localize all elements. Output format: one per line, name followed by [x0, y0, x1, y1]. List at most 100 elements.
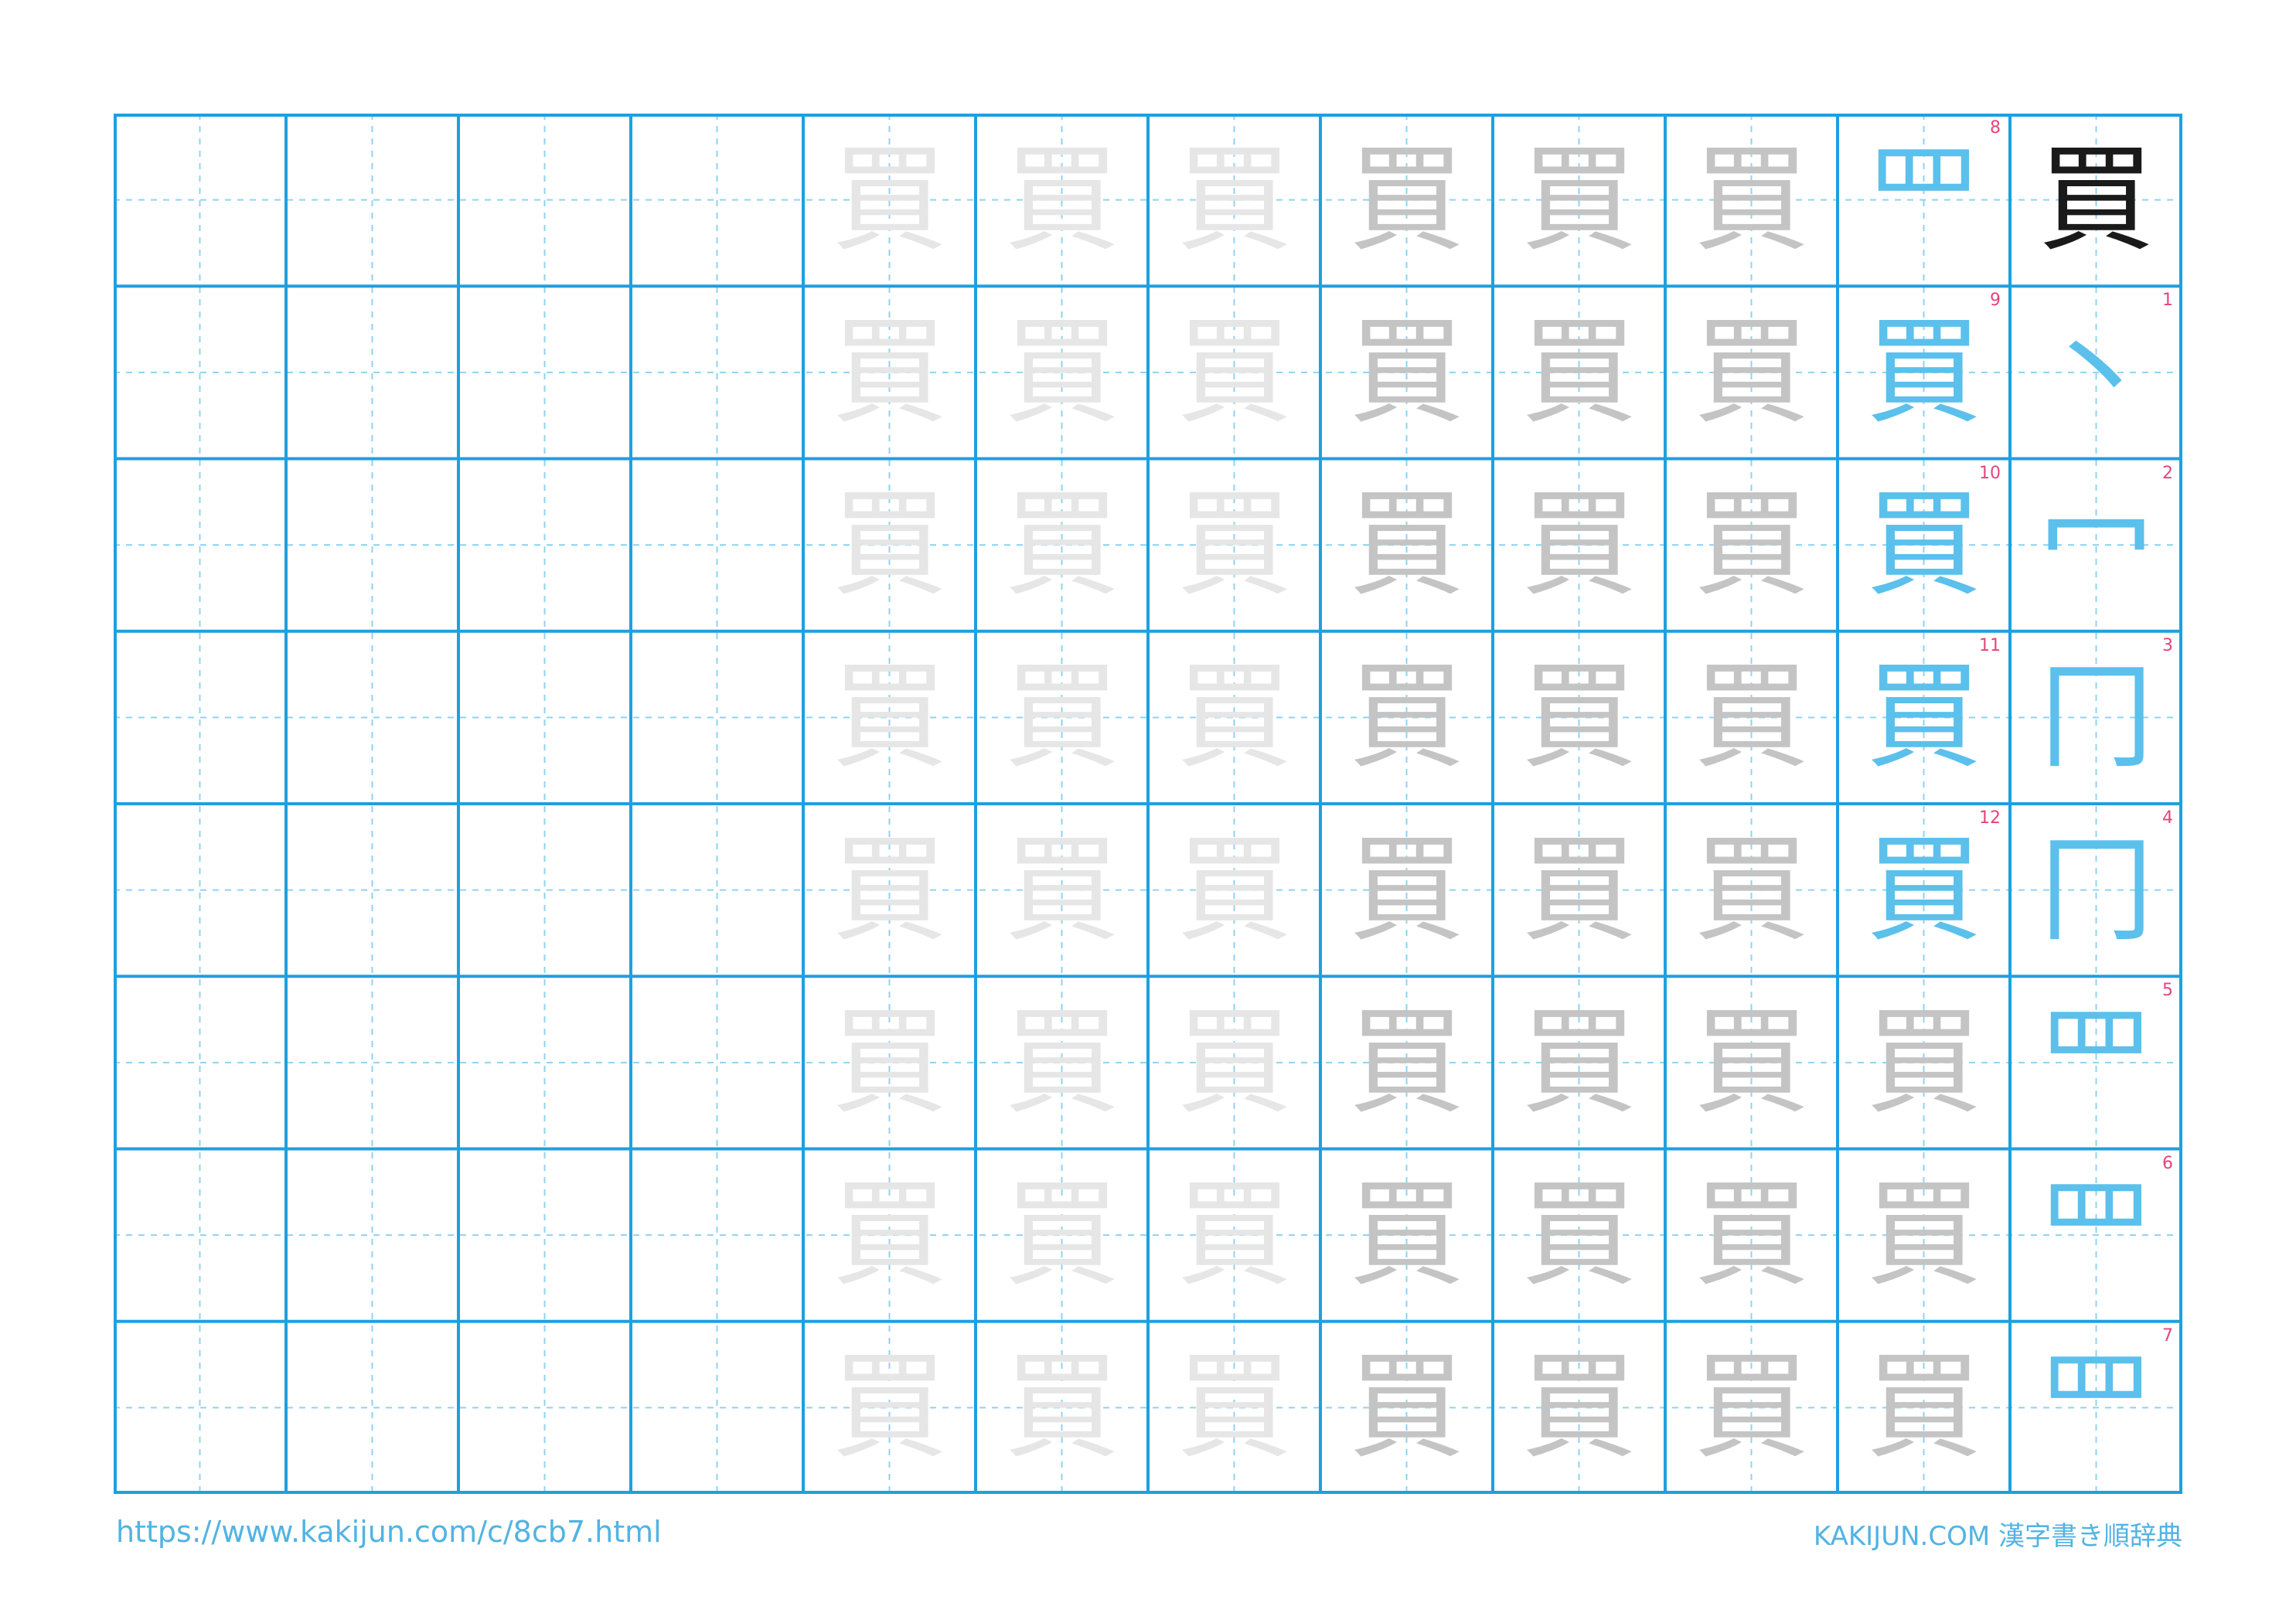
blank-practice-cell — [458, 1322, 631, 1494]
trace-cell: 買 — [1665, 114, 1838, 286]
trace-kanji: 買 — [1865, 1340, 1982, 1475]
blank-practice-cell — [631, 976, 803, 1148]
stroke-step-glyph: 罒 — [2038, 1168, 2155, 1303]
blank-practice-cell — [114, 976, 286, 1148]
trace-cell: 買 — [1493, 804, 1665, 976]
trace-cell: 買 — [1320, 286, 1493, 458]
footer-url[interactable]: https://www.kakijun.com/c/8cb7.html — [116, 1515, 662, 1549]
trace-kanji: 買 — [831, 305, 948, 440]
trace-kanji: 買 — [1521, 305, 1637, 440]
trace-cell: 買 — [1148, 459, 1320, 631]
trace-cell: 買 — [1320, 459, 1493, 631]
stroke-step-glyph: 冂 — [2038, 650, 2155, 785]
trace-kanji: 買 — [831, 995, 948, 1130]
stroke-order-cell: 丶1 — [2010, 286, 2182, 458]
trace-kanji: 買 — [1176, 822, 1293, 958]
blank-practice-cell — [458, 804, 631, 976]
trace-cell: 買 — [1493, 459, 1665, 631]
blank-practice-cell — [631, 286, 803, 458]
stroke-order-cell: 買 — [1838, 976, 2010, 1148]
stroke-number: 12 — [1979, 808, 2001, 828]
blank-practice-cell — [114, 1322, 286, 1494]
stroke-number: 10 — [1979, 463, 2001, 483]
trace-cell: 買 — [1665, 631, 1838, 804]
blank-practice-cell — [286, 631, 458, 804]
stroke-order-cell: 買 11 — [1838, 631, 2010, 804]
trace-kanji: 買 — [1693, 650, 1810, 785]
trace-cell: 買 — [976, 1322, 1148, 1494]
trace-cell: 買 — [1665, 1322, 1838, 1494]
trace-cell: 買 — [1665, 976, 1838, 1148]
blank-practice-cell — [458, 976, 631, 1148]
trace-kanji: 買 — [1521, 1340, 1637, 1475]
stroke-number: 9 — [1990, 291, 2001, 311]
trace-cell: 買 — [1493, 114, 1665, 286]
trace-cell: 買 — [1493, 976, 1665, 1148]
trace-kanji: 買 — [1693, 132, 1810, 267]
stroke-order-cell: 買 — [1838, 1149, 2010, 1322]
trace-kanji: 買 — [1348, 1340, 1465, 1475]
trace-kanji: 買 — [831, 822, 948, 958]
trace-kanji: 買 — [1003, 995, 1120, 1130]
trace-cell: 買 — [1148, 976, 1320, 1148]
trace-cell: 買 — [1320, 1322, 1493, 1494]
trace-cell: 買 — [1148, 1149, 1320, 1322]
trace-kanji: 買 — [1348, 822, 1465, 958]
trace-cell: 買 — [976, 1149, 1148, 1322]
trace-kanji: 買 — [1176, 1340, 1293, 1475]
blank-practice-cell — [114, 114, 286, 286]
blank-practice-cell — [631, 631, 803, 804]
blank-practice-cell — [286, 1322, 458, 1494]
stroke-order-cell: 買 — [2010, 114, 2182, 286]
trace-cell: 買 — [1665, 1149, 1838, 1322]
blank-practice-cell — [114, 286, 286, 458]
trace-kanji: 買 — [1521, 822, 1637, 958]
trace-kanji: 買 — [1521, 1168, 1637, 1303]
stroke-order-cell: 買 10 — [1838, 459, 2010, 631]
trace-cell: 買 — [976, 976, 1148, 1148]
stroke-step-glyph: 罒 — [2038, 995, 2155, 1130]
stroke-step-glyph: 買 — [1865, 305, 1982, 440]
trace-cell: 買 — [803, 286, 976, 458]
trace-cell: 買 — [803, 804, 976, 976]
trace-cell: 買 — [1148, 1322, 1320, 1494]
trace-cell: 買 — [1665, 459, 1838, 631]
trace-kanji: 買 — [1176, 305, 1293, 440]
blank-practice-cell — [286, 459, 458, 631]
stroke-order-cell: 冂3 — [2010, 631, 2182, 804]
stroke-step-glyph: 買 — [1865, 650, 1982, 785]
trace-kanji: 買 — [1521, 995, 1637, 1130]
trace-kanji: 買 — [1176, 650, 1293, 785]
blank-practice-cell — [631, 804, 803, 976]
trace-cell: 買 — [803, 1322, 976, 1494]
blank-practice-cell — [114, 631, 286, 804]
stroke-step-glyph: 罒 — [2038, 1340, 2155, 1475]
stroke-number: 11 — [1979, 635, 2001, 655]
blank-practice-cell — [286, 114, 458, 286]
trace-cell: 買 — [1320, 631, 1493, 804]
stroke-number: 7 — [2162, 1325, 2173, 1346]
trace-cell: 買 — [1493, 1322, 1665, 1494]
trace-cell: 買 — [803, 459, 976, 631]
trace-cell: 買 — [1148, 804, 1320, 976]
stroke-order-cell: 罒7 — [2010, 1322, 2182, 1494]
blank-practice-cell — [286, 804, 458, 976]
blank-practice-cell — [631, 459, 803, 631]
trace-kanji: 買 — [1348, 1168, 1465, 1303]
trace-kanji: 買 — [1693, 1340, 1810, 1475]
stroke-step-glyph: 罒 — [1865, 132, 1982, 267]
trace-kanji: 買 — [1176, 1168, 1293, 1303]
trace-cell: 買 — [1493, 286, 1665, 458]
trace-kanji: 買 — [1003, 1168, 1120, 1303]
stroke-order-cell: 罒6 — [2010, 1149, 2182, 1322]
trace-kanji: 買 — [1348, 478, 1465, 613]
trace-kanji: 買 — [831, 132, 948, 267]
trace-cell: 買 — [1320, 114, 1493, 286]
trace-cell: 買 — [976, 631, 1148, 804]
trace-kanji: 買 — [1176, 478, 1293, 613]
stroke-number: 5 — [2162, 981, 2173, 1001]
trace-cell: 買 — [1148, 114, 1320, 286]
trace-kanji: 買 — [1176, 132, 1293, 267]
stroke-step-glyph: 冂 — [2038, 822, 2155, 958]
blank-practice-cell — [458, 631, 631, 804]
